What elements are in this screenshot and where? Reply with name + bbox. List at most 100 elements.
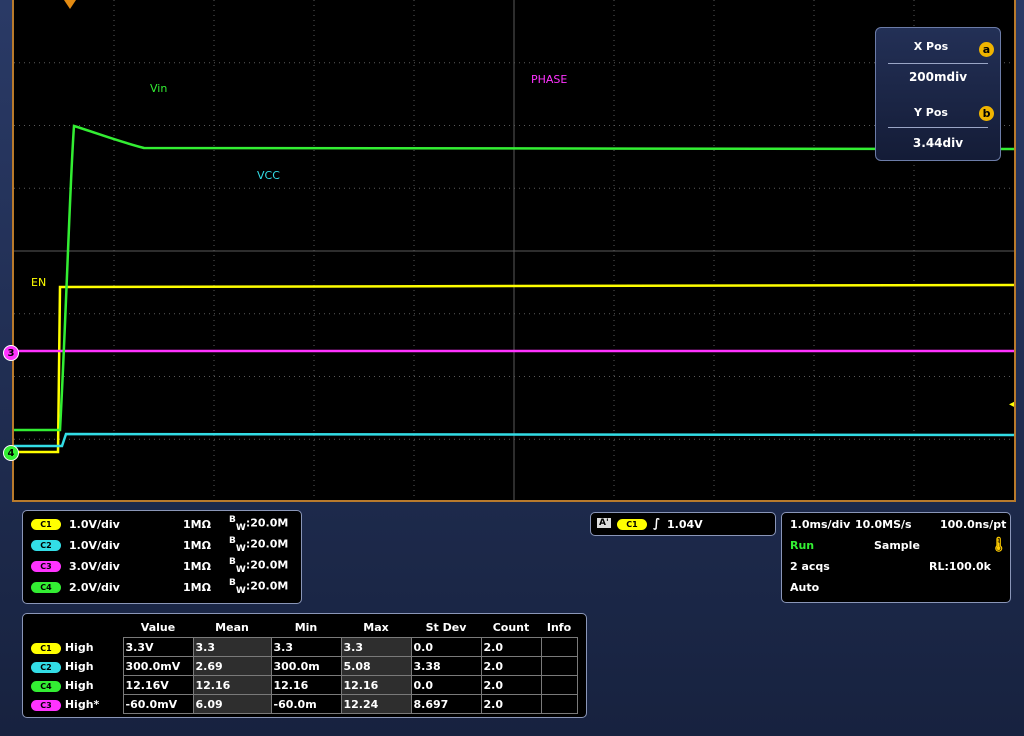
resolution: 100.0ns/pt (940, 518, 1007, 531)
trigger-level-arrow-icon[interactable]: ◀─ (1009, 396, 1014, 412)
c3-impedance: 1MΩ (183, 559, 211, 573)
meas-type: High (64, 640, 94, 654)
c4-badge: C4 (31, 680, 61, 692)
vin-label: Vin (150, 82, 168, 95)
table-row[interactable]: C3 High* -60.0mV 6.09 -60.0m 12.24 8.697… (27, 694, 578, 714)
col-info: Info (546, 621, 572, 634)
c1-bandwidth: BW:20.0M (229, 515, 289, 533)
divider (888, 127, 988, 128)
divider (888, 63, 988, 64)
channel-settings-panel: C1 1.0V/div 1MΩ BW:20.0M C2 1.0V/div 1MΩ… (22, 510, 302, 604)
col-count: Count (492, 621, 530, 634)
rising-edge-icon: ∫ (653, 516, 661, 530)
cell-min: 300.0m (270, 656, 342, 676)
c1-impedance: 1MΩ (183, 517, 211, 531)
acquisition-panel[interactable]: 1.0ms/div 10.0MS/s 100.0ns/pt Run Sample… (781, 512, 1011, 603)
c2-badge: C2 (31, 539, 61, 551)
cell-value: 300.0mV (122, 656, 194, 676)
cell-mean: 12.16 (192, 675, 272, 695)
position-panel: X Pos a 200mdiv Y Pos b 3.44div (875, 27, 1001, 161)
cell-stdev: 8.697 (410, 694, 482, 714)
cell-stdev: 3.38 (410, 656, 482, 676)
cell-mean: 2.69 (192, 656, 272, 676)
trigger-position-marker[interactable] (64, 0, 76, 9)
meas-type: High (64, 659, 94, 673)
waveform-display[interactable]: Vin VCC EN PHASE ◀─ X Pos a 200mdiv Y Po… (12, 0, 1016, 502)
table-row[interactable]: C4 High 12.16V 12.16 12.16 12.16 0.0 2.0 (27, 675, 578, 695)
knob-b-icon[interactable]: b (979, 106, 994, 121)
trigger-mode-auto: Auto (790, 581, 820, 594)
col-mean: Mean (215, 621, 249, 634)
channel-row-4[interactable]: C4 2.0V/div 1MΩ BW:20.0M (31, 577, 288, 597)
cell-stdev: 0.0 (410, 637, 482, 657)
measurements-table: Value Mean Min Max St Dev Count Info C1 … (27, 618, 578, 714)
channel-3-marker[interactable]: 3 (3, 345, 19, 361)
vcc-label: VCC (257, 169, 280, 182)
col-stdev: St Dev (425, 621, 467, 634)
col-value: Value (140, 621, 176, 634)
c2-bandwidth: BW:20.0M (229, 536, 289, 554)
c4-badge: C4 (31, 581, 61, 593)
x-pos-label: X Pos (913, 40, 949, 53)
cell-min: -60.0m (270, 694, 342, 714)
en-label: EN (31, 276, 47, 289)
trigger-level: 1.04V (667, 518, 703, 531)
meas-type: High (64, 678, 94, 692)
c4-impedance: 1MΩ (183, 580, 211, 594)
c3-badge: C3 (31, 699, 61, 711)
c2-impedance: 1MΩ (183, 538, 211, 552)
cell-value: -60.0mV (122, 694, 194, 714)
channel-row-3[interactable]: C3 3.0V/div 1MΩ BW:20.0M (31, 556, 288, 576)
cell-value: 12.16V (122, 675, 194, 695)
meas-type: High* (64, 697, 100, 711)
graticule (14, 0, 1014, 500)
trigger-source-badge: C1 (617, 519, 647, 530)
phase-label: PHASE (531, 73, 568, 86)
cell-stdev: 0.0 (410, 675, 482, 695)
channel-row-1[interactable]: C1 1.0V/div 1MΩ BW:20.0M (31, 514, 288, 534)
table-row[interactable]: C1 High 3.3V 3.3 3.3 3.3 0.0 2.0 (27, 637, 578, 657)
cell-max: 3.3 (340, 637, 412, 657)
cell-info (540, 656, 578, 676)
cell-info (540, 675, 578, 695)
record-length: RL:100.0k (929, 560, 991, 573)
channel-4-marker[interactable]: 4 (3, 445, 19, 461)
cell-count: 2.0 (480, 637, 542, 657)
c4-bandwidth: BW:20.0M (229, 578, 289, 596)
c4-vdiv: 2.0V/div (69, 580, 120, 594)
cell-min: 12.16 (270, 675, 342, 695)
table-header: Value Mean Min Max St Dev Count Info (27, 618, 577, 638)
cell-info (540, 694, 578, 714)
acq-count: 2 acqs (790, 560, 830, 573)
run-state: Run (790, 539, 815, 552)
trigger-panel[interactable]: A' C1 ∫ 1.04V (590, 512, 776, 536)
c3-vdiv: 3.0V/div (69, 559, 120, 573)
cell-count: 2.0 (480, 675, 542, 695)
c1-badge: C1 (31, 642, 61, 654)
col-max: Max (363, 621, 389, 634)
knob-a-icon[interactable]: a (979, 42, 994, 57)
x-pos-value: 200mdiv (908, 70, 968, 84)
table-row[interactable]: C2 High 300.0mV 2.69 300.0m 5.08 3.38 2.… (27, 656, 578, 676)
y-pos-label: Y Pos (914, 106, 948, 119)
col-min: Min (294, 621, 318, 634)
cell-max: 5.08 (340, 656, 412, 676)
cell-max: 12.24 (340, 694, 412, 714)
cell-max: 12.16 (340, 675, 412, 695)
c3-bandwidth: BW:20.0M (229, 557, 289, 575)
cell-info (540, 637, 578, 657)
channel-row-2[interactable]: C2 1.0V/div 1MΩ BW:20.0M (31, 535, 288, 555)
cell-count: 2.0 (480, 656, 542, 676)
c2-badge: C2 (31, 661, 61, 673)
c1-badge: C1 (31, 518, 61, 530)
thermometer-icon: 🌡 (990, 537, 1008, 553)
c3-badge: C3 (31, 560, 61, 572)
cell-mean: 6.09 (192, 694, 272, 714)
measurements-panel[interactable]: Value Mean Min Max St Dev Count Info C1 … (22, 613, 587, 718)
acq-mode: Sample (874, 539, 920, 552)
trigger-mode: A' (597, 518, 611, 528)
cell-count: 2.0 (480, 694, 542, 714)
y-pos-value: 3.44div (912, 136, 964, 150)
timebase: 1.0ms/div (790, 518, 851, 531)
cell-value: 3.3V (122, 637, 194, 657)
